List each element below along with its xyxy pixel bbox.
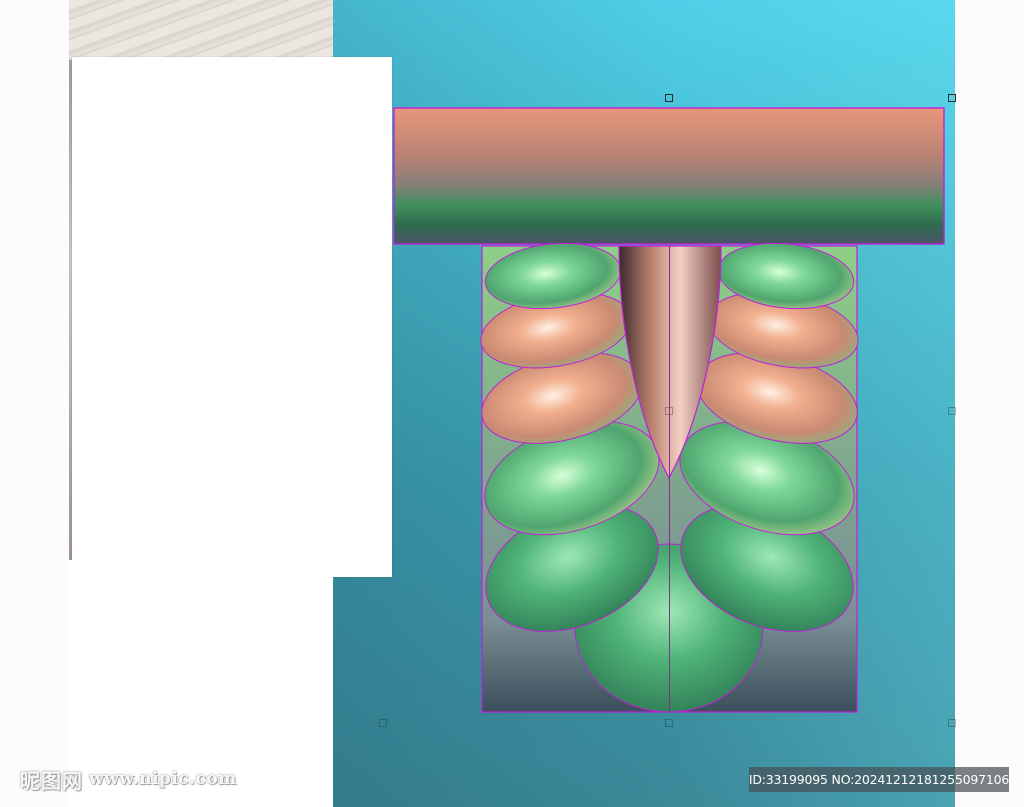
selection-handle-icon[interactable] <box>665 719 673 727</box>
image-id-text: ID:33199095 NO:20241212181255097106 <box>748 772 1010 787</box>
watermark-url: www.nipic.com <box>89 769 237 789</box>
relief-top-beam[interactable] <box>393 107 945 245</box>
selection-handle-icon[interactable] <box>379 719 387 727</box>
site-watermark: 昵图网 www.nipic.com <box>20 766 237 793</box>
selection-handle-icon[interactable] <box>948 94 956 102</box>
selection-handle-icon[interactable] <box>948 719 956 727</box>
image-id-badge: ID:33199095 NO:20241212181255097106 <box>749 767 1009 792</box>
selection-handle-icon[interactable] <box>665 94 673 102</box>
selection-handle-icon[interactable] <box>665 407 673 415</box>
watermark-brand: 昵图网 <box>20 768 83 793</box>
selection-handle-icon[interactable] <box>948 407 956 415</box>
blank-panel <box>72 57 392 577</box>
